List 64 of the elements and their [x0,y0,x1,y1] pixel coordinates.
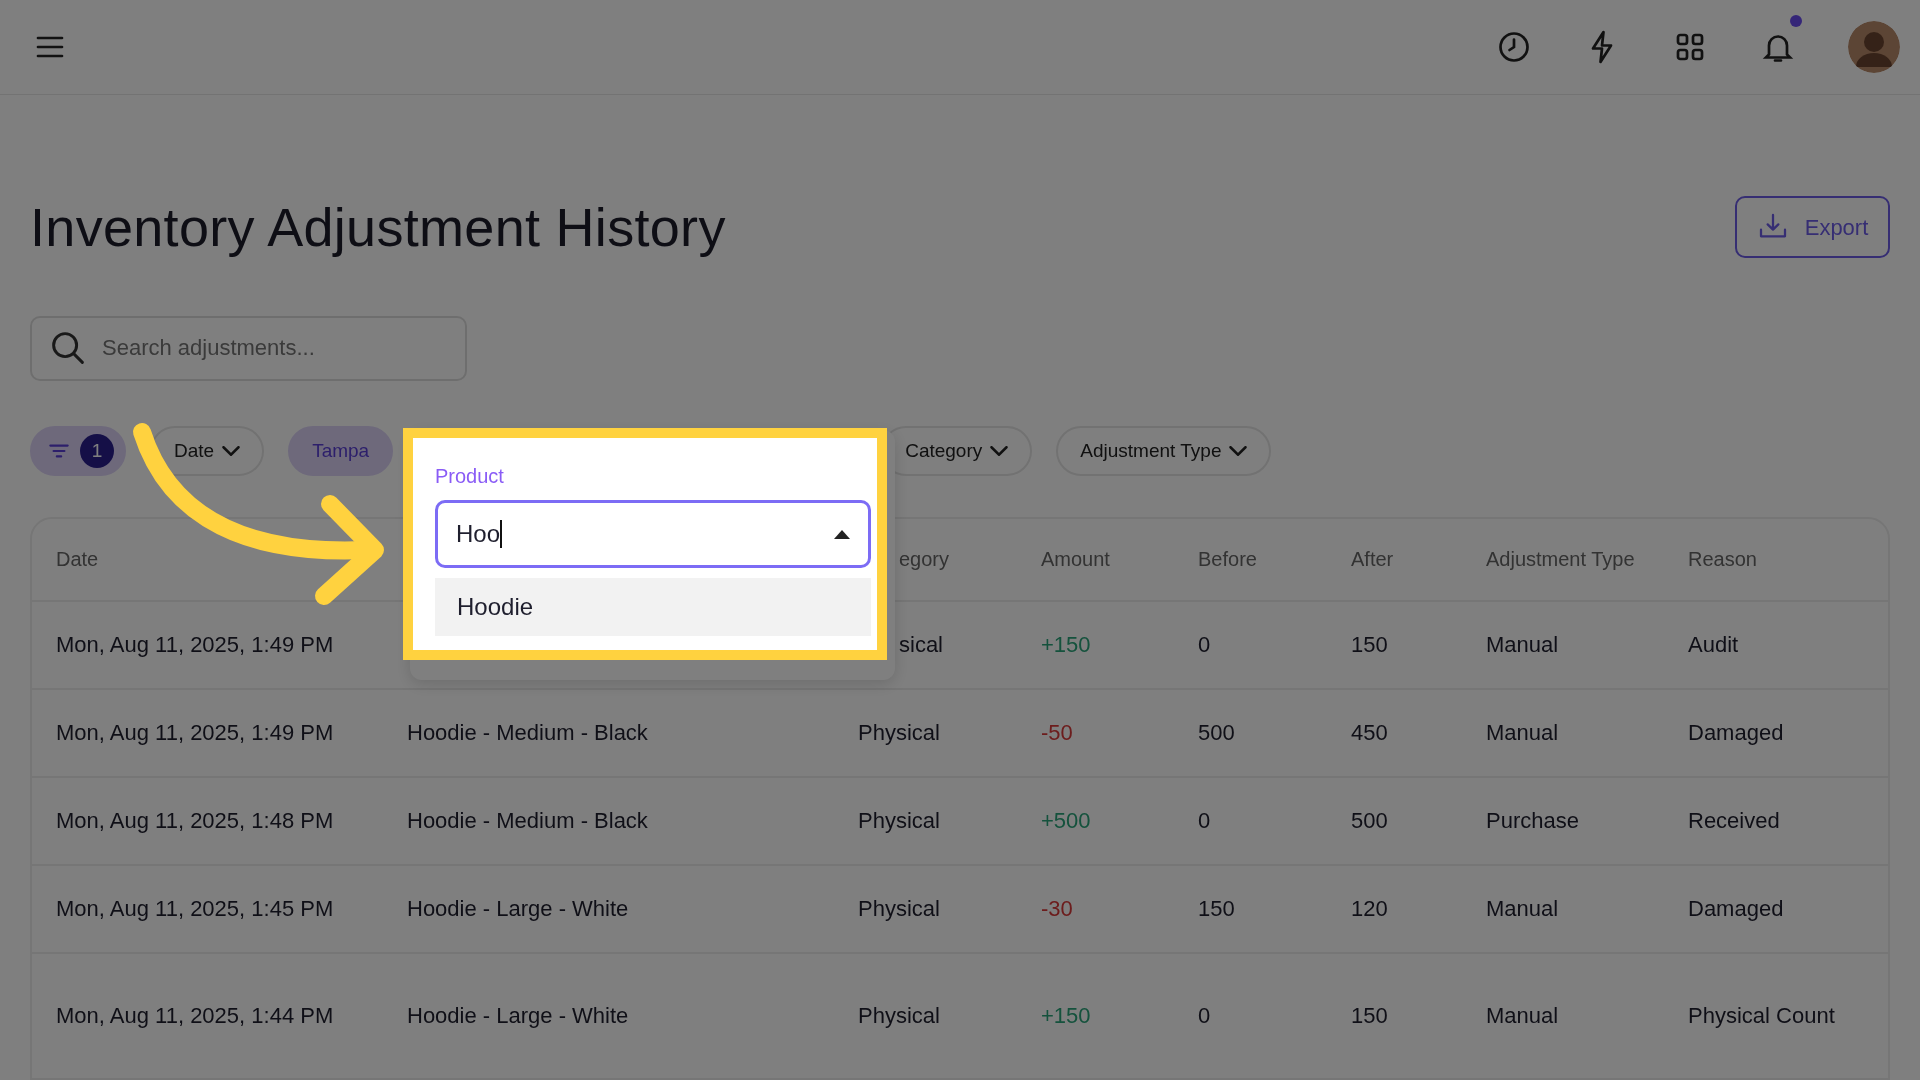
chevron-down-icon [1229,445,1248,456]
column-header[interactable]: egory [899,544,950,575]
table-cell-text: Hoodie - Large - White [407,895,629,924]
avatar[interactable] [1848,21,1900,73]
chevron-down-icon [222,445,241,456]
page-title: Inventory Adjustment History [30,196,726,259]
amount-cell-text: +150 [1041,631,1091,660]
table-cell-text: Mon, Aug 11, 2025, 1:45 PM [56,895,334,924]
table-cell-text: 150 [1351,631,1388,660]
column-header[interactable]: After [1351,544,1394,575]
export-button[interactable]: Export [1735,196,1890,259]
table-cell-text: Received [1688,807,1780,836]
search-field[interactable]: Search adjustments... [30,315,467,381]
clock-icon[interactable] [1496,29,1532,65]
table-cell-text: 500 [1351,807,1388,836]
amount-cell-text: +150 [1041,1002,1091,1031]
table-cell-text: Mon, Aug 11, 2025, 1:48 PM [56,807,334,836]
amount-cell-text: -30 [1041,895,1073,924]
table-cell-text: 150 [1198,895,1235,924]
filter-chip[interactable]: Adjustment Type [1056,425,1272,476]
table-cell-text: 150 [1351,1002,1388,1031]
table-cell-text: 0 [1198,807,1211,836]
text-cursor [500,520,503,548]
table-cell-text: Mon, Aug 11, 2025, 1:49 PM [56,719,334,748]
table-cell-text: Physical Count [1688,1002,1835,1031]
table-cell-text: Physical [858,807,940,836]
table-cell-text: sical [899,631,943,660]
table-cell-text: 0 [1198,1002,1211,1031]
table-cell-text: 120 [1351,895,1388,924]
table-cell-text: Purchase [1486,807,1579,836]
column-header[interactable]: Amount [1041,544,1110,575]
table-cell-text: Mon, Aug 11, 2025, 1:44 PM [56,1002,334,1031]
table-cell-text: Hoodie - Large - White [407,1002,629,1031]
input-value: Hoo [456,519,501,549]
filter-chip[interactable]: Tampa [288,425,394,476]
table-cell-text: Manual [1486,895,1559,924]
table-cell-text: Hoodie - Medium - Black [407,719,648,748]
table-cell-text: Physical [858,895,940,924]
table-cell-text: Damaged [1688,895,1784,924]
count-badge: 1 [80,433,114,468]
product-combobox[interactable]: Hoo [435,500,871,568]
amount-cell-text: +500 [1041,807,1091,836]
field-label: Product [435,466,505,486]
table-cell-text: Physical [858,719,940,748]
table-cell-text: Manual [1486,1002,1559,1031]
filter-button[interactable]: 1 [30,425,126,476]
table-cell-text: Physical [858,1002,940,1031]
table-cell-text: Manual [1486,631,1559,660]
chevron-down-icon [990,445,1009,456]
table-cell-text: Manual [1486,719,1559,748]
column-header[interactable]: Before [1198,544,1257,575]
table-cell-text: Hoodie - Medium - Black [407,807,648,836]
table-cell-text: Mon, Aug 11, 2025, 1:49 PM [56,631,334,660]
table-cell-text: 450 [1351,719,1388,748]
table-cell-text: 500 [1198,719,1235,748]
table-cell-text: 0 [1198,631,1211,660]
table-cell-text: Audit [1688,631,1739,660]
table-cell-text: Damaged [1688,719,1784,748]
dropdown-option[interactable]: Hoodie [435,578,871,636]
amount-cell-text: -50 [1041,719,1073,748]
search-icon [52,331,84,364]
column-header[interactable]: Adjustment Type [1486,544,1635,575]
column-header[interactable]: Reason [1688,544,1757,575]
column-header[interactable]: Date [56,544,99,575]
